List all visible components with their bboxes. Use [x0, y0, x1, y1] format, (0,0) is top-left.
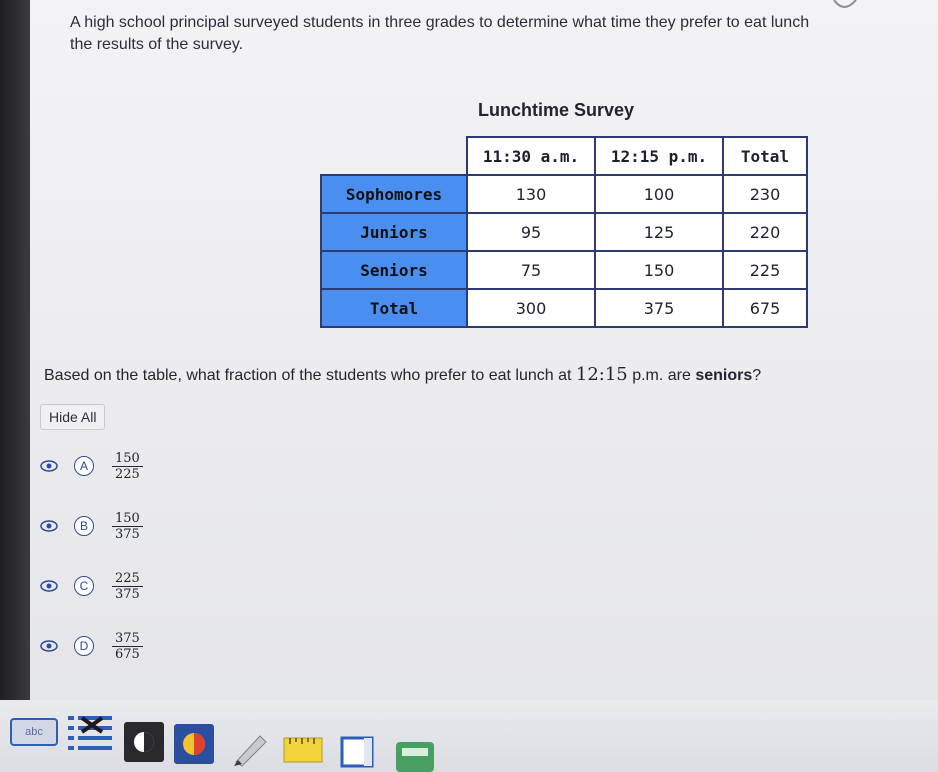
color-overlay-button[interactable] [174, 724, 214, 764]
color-contrast-icon [183, 733, 205, 755]
table-cell: 675 [722, 288, 808, 328]
answer-choice-c[interactable]: C 225 375 [40, 566, 143, 606]
ruler-icon[interactable] [282, 730, 326, 770]
column-header: 11:30 a.m. [466, 136, 596, 176]
choice-fraction: 375 675 [112, 631, 143, 662]
table-row: Juniors 95 125 220 [320, 212, 808, 252]
table-row: Total 300 375 675 [320, 288, 808, 328]
choice-letter[interactable]: D [74, 636, 94, 656]
choice-fraction: 150 375 [112, 511, 143, 542]
intro-text: A high school principal surveyed student… [70, 12, 930, 56]
question-time: 12:15 [575, 364, 628, 385]
column-header: 12:15 p.m. [594, 136, 724, 176]
eye-icon[interactable] [40, 520, 58, 532]
fraction-numerator: 150 [112, 511, 143, 527]
choice-letter[interactable]: C [74, 576, 94, 596]
table-cell: 150 [594, 250, 724, 290]
table-corner [321, 137, 467, 175]
eye-icon[interactable] [40, 460, 58, 472]
fraction-denominator: 375 [115, 526, 140, 542]
contrast-icon [134, 732, 154, 752]
table-cell: 125 [594, 212, 724, 252]
table-cell: 300 [466, 288, 596, 328]
question-part: ? [752, 367, 762, 384]
answer-choice-a[interactable]: A 150 225 [40, 446, 143, 486]
table-cell: 130 [466, 174, 596, 214]
question-emphasis: seniors [695, 367, 753, 384]
intro-line-2: the results of the survey. [70, 36, 244, 53]
question-text: Based on the table, what fraction of the… [44, 364, 924, 385]
screen-bezel [0, 0, 30, 772]
table-row: Seniors 75 150 225 [320, 250, 808, 290]
table-cell: 375 [594, 288, 724, 328]
eye-icon[interactable] [40, 580, 58, 592]
fraction-denominator: 375 [115, 586, 140, 602]
choice-fraction: 150 225 [112, 451, 143, 482]
screen: A high school principal surveyed student… [0, 0, 938, 772]
row-header: Sophomores [320, 174, 468, 214]
answer-choice-b[interactable]: B 150 375 [40, 506, 143, 546]
answer-choice-d[interactable]: D 375 675 [40, 626, 143, 666]
calculator-icon[interactable] [394, 740, 436, 772]
table-cell: 230 [722, 174, 808, 214]
line-reader-icon[interactable] [68, 712, 114, 756]
intro-line-1: A high school principal surveyed student… [70, 14, 810, 31]
choice-letter[interactable]: B [74, 516, 94, 536]
fraction-numerator: 150 [112, 451, 143, 467]
choice-fraction: 225 375 [112, 571, 143, 602]
row-header: Seniors [320, 250, 468, 290]
question-content: A high school principal surveyed student… [30, 0, 938, 700]
fraction-denominator: 225 [115, 466, 140, 482]
survey-table: 11:30 a.m. 12:15 p.m. Total Sophomores 1… [320, 136, 808, 328]
contrast-tool-button[interactable] [124, 722, 164, 762]
hide-all-button[interactable]: Hide All [40, 404, 106, 430]
fraction-numerator: 225 [112, 571, 143, 587]
fraction-numerator: 375 [112, 631, 143, 647]
row-header: Total [320, 288, 468, 328]
question-part: Based on the table, what fraction of the… [44, 367, 576, 384]
row-header: Juniors [320, 212, 468, 252]
table-cell: 225 [722, 250, 808, 290]
eye-icon[interactable] [40, 640, 58, 652]
fraction-denominator: 675 [115, 646, 140, 662]
table-cell: 220 [722, 212, 808, 252]
highlighter-icon[interactable] [228, 728, 272, 768]
table-cell: 75 [466, 250, 596, 290]
question-part: p.m. are [627, 367, 696, 384]
choice-letter[interactable]: A [74, 456, 94, 476]
table-row: Sophomores 130 100 230 [320, 174, 808, 214]
table-cell: 100 [594, 174, 724, 214]
column-header: Total [722, 136, 808, 176]
table-cell: 95 [466, 212, 596, 252]
abc-tool-button[interactable]: abc [10, 718, 58, 746]
table-title: Lunchtime Survey [478, 100, 635, 120]
table-header-row: 11:30 a.m. 12:15 p.m. Total [321, 136, 808, 176]
notepad-icon[interactable] [340, 736, 376, 770]
